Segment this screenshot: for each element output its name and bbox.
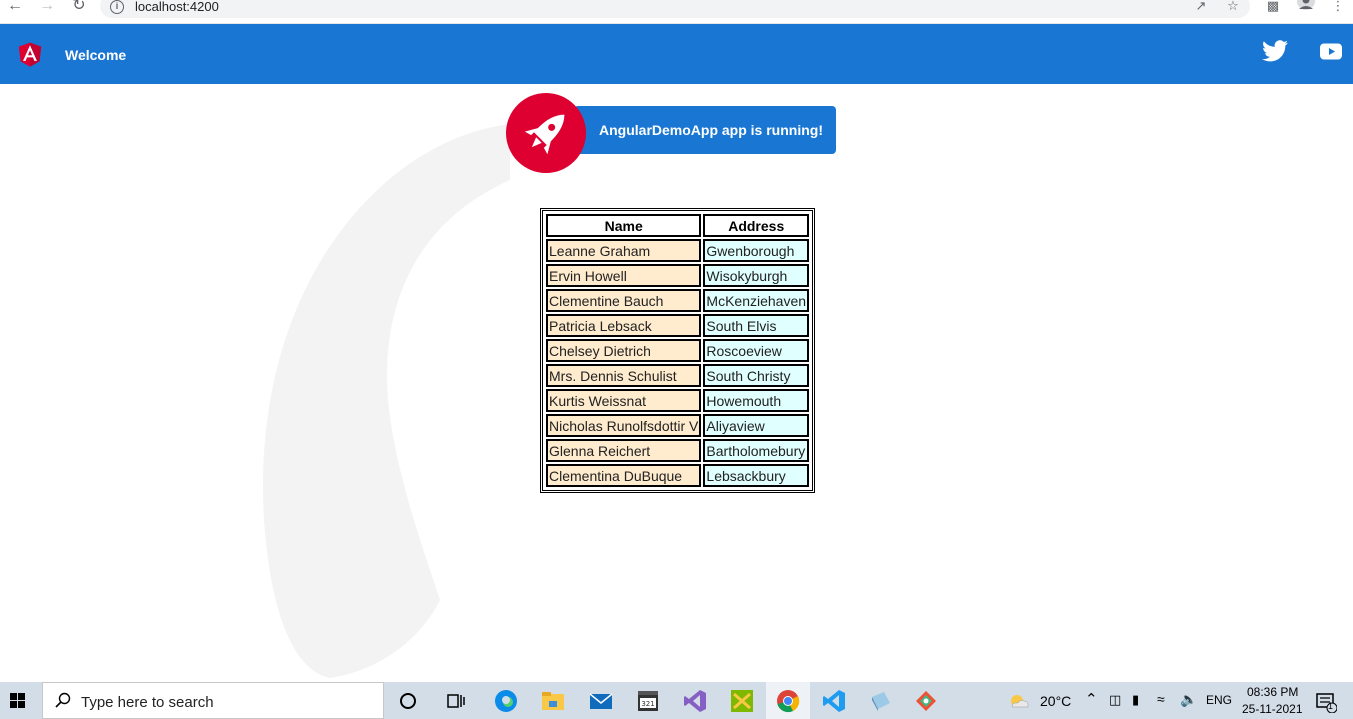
table-row: Chelsey Dietrich Roscoeview (546, 339, 810, 362)
address-column-header: Address (703, 214, 810, 237)
mail-icon[interactable] (589, 689, 613, 713)
rocket-badge (506, 93, 586, 173)
meet-now-icon[interactable]: ◫ (1109, 692, 1121, 708)
app-running-message: AngularDemoApp app is running! (599, 122, 823, 138)
table-row: Clementina DuBuque Lebsackbury (546, 464, 810, 487)
address-cell: Aliyaview (703, 414, 810, 437)
table-row: Nicholas Runolfsdottir V Aliyaview (546, 414, 810, 437)
users-table: Name Address Leanne Graham Gwenborough E… (540, 208, 816, 493)
address-cell: Lebsackbury (703, 464, 810, 487)
address-cell: South Elvis (703, 314, 810, 337)
name-cell: Clementine Bauch (546, 289, 702, 312)
battery-icon[interactable]: ▮ (1132, 692, 1139, 708)
name-column-header: Name (546, 214, 702, 237)
git-app-icon[interactable] (914, 689, 938, 713)
address-cell: Gwenborough (703, 239, 810, 262)
notification-count: 1 (1328, 701, 1334, 711)
table-row: Glenna Reichert Bartholomebury (546, 439, 810, 462)
language-indicator[interactable]: ENG (1206, 693, 1232, 707)
profile-icon[interactable] (1297, 0, 1315, 12)
temperature-text[interactable]: 20°C (1040, 693, 1071, 709)
name-cell: Mrs. Dennis Schulist (546, 364, 702, 387)
table-row: Clementine Bauch McKenziehaven (546, 289, 810, 312)
address-bar[interactable]: i localhost:4200 (100, 0, 1250, 18)
name-cell: Clementina DuBuque (546, 464, 702, 487)
back-icon[interactable]: ← (6, 0, 24, 14)
task-view-icon[interactable] (444, 689, 468, 713)
site-info-icon[interactable]: i (110, 0, 124, 14)
extensions-icon[interactable]: ▩ (1265, 0, 1281, 14)
rocket-icon (524, 114, 565, 155)
address-cell: South Christy (703, 364, 810, 387)
search-icon (55, 692, 71, 708)
address-bar-url[interactable]: localhost:4200 (135, 0, 219, 14)
name-cell: Kurtis Weissnat (546, 389, 702, 412)
wifi-icon[interactable]: ≈ (1157, 691, 1165, 707)
table-row: Patricia Lebsack South Elvis (546, 314, 810, 337)
notification-center-icon[interactable] (1315, 689, 1337, 713)
search-placeholder[interactable]: Type here to search (81, 694, 214, 711)
clock-time[interactable]: 08:36 PM (1247, 685, 1298, 699)
windows-taskbar: Type here to search 321 20°C ⌃ ◫ ▮ ≈ 🔈 E… (0, 682, 1353, 719)
media-player-icon[interactable]: 321 (636, 689, 660, 713)
name-cell: Glenna Reichert (546, 439, 702, 462)
speaker-icon[interactable]: 🔈 (1180, 691, 1197, 708)
table-row: Leanne Graham Gwenborough (546, 239, 810, 262)
file-explorer-icon[interactable] (541, 689, 565, 713)
table-row: Mrs. Dennis Schulist South Christy (546, 364, 810, 387)
bookmark-star-icon[interactable]: ☆ (1225, 0, 1241, 14)
address-cell: Bartholomebury (703, 439, 810, 462)
name-cell: Nicholas Runolfsdottir V (546, 414, 702, 437)
clock-date[interactable]: 25-11-2021 (1242, 702, 1303, 716)
visual-studio-icon[interactable] (683, 689, 707, 713)
name-cell: Patricia Lebsack (546, 314, 702, 337)
app-running-card: AngularDemoApp app is running! (574, 106, 836, 154)
table-row: Ervin Howell Wisokyburgh (546, 264, 810, 287)
address-cell: Roscoeview (703, 339, 810, 362)
table-row: Kurtis Weissnat Howemouth (546, 389, 810, 412)
browser-bar: ← → ↻ i localhost:4200 ↗ ☆ ▩ ⋮ (0, 0, 1353, 24)
vscode-icon[interactable] (822, 689, 846, 713)
weather-icon[interactable] (1008, 689, 1030, 713)
name-cell: Leanne Graham (546, 239, 702, 262)
edge-browser-icon[interactable] (494, 689, 518, 713)
chevron-up-icon[interactable]: ⌃ (1085, 690, 1098, 708)
cortana-icon[interactable] (396, 689, 420, 713)
table-header-row: Name Address (546, 214, 810, 237)
translator-icon[interactable] (730, 689, 754, 713)
twitter-icon[interactable] (1262, 40, 1288, 62)
chrome-icon[interactable] (776, 689, 800, 713)
windows-start-icon[interactable] (0, 682, 40, 719)
name-cell: Ervin Howell (546, 264, 702, 287)
reload-icon[interactable]: ↻ (70, 0, 88, 14)
toolbar-title: Welcome (65, 47, 127, 63)
name-cell: Chelsey Dietrich (546, 339, 702, 362)
taskbar-search-box[interactable]: Type here to search (42, 682, 384, 719)
share-icon[interactable]: ↗ (1193, 0, 1209, 14)
youtube-icon[interactable] (1320, 43, 1342, 60)
chrome-menu-icon[interactable]: ⋮ (1330, 0, 1346, 14)
address-cell: Wisokyburgh (703, 264, 810, 287)
notepad-icon[interactable] (868, 689, 892, 713)
forward-icon[interactable]: → (38, 0, 56, 14)
angular-logo-icon (18, 42, 42, 67)
address-cell: Howemouth (703, 389, 810, 412)
svg-text:321: 321 (641, 700, 654, 708)
address-cell: McKenziehaven (703, 289, 810, 312)
app-toolbar: Welcome (0, 24, 1353, 84)
